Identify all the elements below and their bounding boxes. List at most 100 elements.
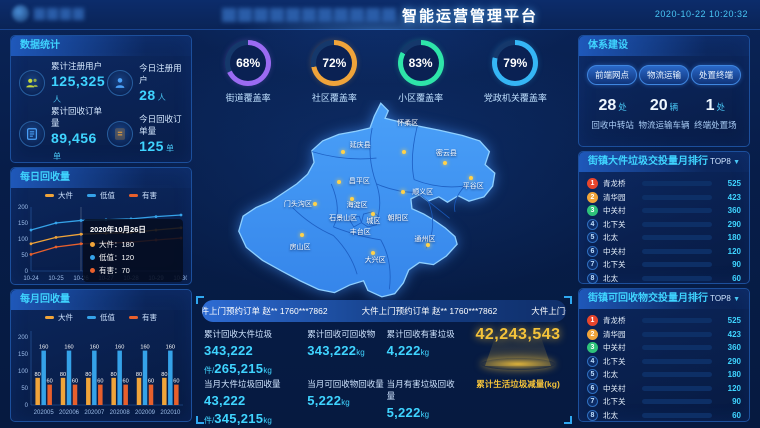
summary-label: 当月大件垃圾回收量	[204, 378, 307, 390]
rank-value: 180	[717, 233, 741, 242]
district-label[interactable]: 朝阳区	[388, 213, 409, 223]
corner-bracket	[564, 416, 572, 424]
corner-bracket	[196, 296, 204, 304]
svg-text:160: 160	[64, 345, 73, 351]
ranking-row[interactable]: 5 北太 180	[587, 231, 741, 245]
legend-item[interactable]: 低值	[87, 190, 115, 201]
rank-name: 北太	[603, 273, 637, 284]
svg-text:0: 0	[25, 269, 29, 275]
svg-text:80: 80	[85, 372, 91, 378]
legend-item[interactable]: 大件	[45, 312, 73, 323]
stat-value: 125单	[139, 138, 185, 154]
rank-badge: 6	[587, 383, 598, 394]
ranking-row[interactable]: 3 中关村 360	[587, 341, 741, 355]
gauge-percent: 83%	[403, 45, 439, 81]
order-marquee[interactable]: 大件上门预约订单 赵** 1760***7862大件上门预约订单 赵** 176…	[202, 300, 566, 322]
corner-bracket	[196, 416, 204, 424]
monthly-recovery-panel: 每月回收量 大件低值有害 050100150200202005801606020…	[10, 289, 192, 422]
svg-text:160: 160	[115, 345, 124, 351]
beijing-district-map[interactable]: 怀柔区延庆县密云县平谷区 昌平区顺义区门头沟区 海淀区石景山区城区朝阳区丰台区通州区…	[228, 100, 540, 300]
summary-grid: 累计回收大件垃圾 343,222件/265,215kg 累计回收可回收物 343…	[204, 328, 462, 420]
panel-title: 体系建设	[579, 36, 749, 56]
svg-text:60: 60	[148, 379, 154, 385]
ranking-list: 1 青龙桥 525 2 清华园 423 3 中关村 360 4 北下关 290 …	[579, 309, 749, 422]
rank-value: 525	[717, 179, 741, 188]
ranking-row[interactable]: 2 清华园 423	[587, 191, 741, 205]
ranking-row[interactable]: 4 北下关 290	[587, 355, 741, 369]
district-label[interactable]: 城区	[366, 216, 380, 226]
district-label[interactable]: 密云县	[436, 148, 457, 158]
ranking-row[interactable]: 6 中关村 120	[587, 382, 741, 396]
legend-item[interactable]: 大件	[45, 190, 73, 201]
rank-name: 中关村	[603, 342, 637, 353]
rank-name: 北下关	[603, 396, 637, 407]
legend-item[interactable]: 有害	[129, 312, 157, 323]
rank-value: 120	[717, 247, 741, 256]
district-label[interactable]: 石景山区	[329, 213, 357, 223]
summary-label: 当月有害垃圾回收量	[387, 378, 462, 402]
daily-line-chart: 05010015020010-2410-2510-2610-2710-2810-…	[11, 201, 191, 294]
system-tab-2[interactable]: 处置终端	[691, 65, 741, 85]
user-icon	[107, 70, 133, 96]
rank-badge: 8	[587, 410, 598, 421]
svg-text:202005: 202005	[34, 410, 55, 416]
ranking-row[interactable]: 7 北下关 90	[587, 258, 741, 272]
ranking-row[interactable]: 8 北太 60	[587, 272, 741, 286]
ranking-row[interactable]: 2 清华园 423	[587, 328, 741, 342]
rank-badge: 3	[587, 205, 598, 216]
district-label[interactable]: 昌平区	[349, 176, 370, 186]
rank-badge: 4	[587, 219, 598, 230]
svg-text:80: 80	[111, 372, 117, 378]
system-value: 28处	[587, 97, 638, 115]
svg-text:80: 80	[35, 372, 41, 378]
large-waste-ranking-panel: 街镇大件垃圾交投量月排行 TOP8 ▼ 1 青龙桥 525 2 清华园 423 …	[578, 151, 750, 284]
stat-item: 累计回收订单量 89,456单	[17, 105, 105, 162]
ranking-row[interactable]: 6 中关村 120	[587, 245, 741, 259]
rank-value: 120	[717, 384, 741, 393]
summary-cell: 累计回收有害垃圾 4,222kg	[387, 328, 462, 378]
legend-item[interactable]: 低值	[87, 312, 115, 323]
summary-section: 大件上门预约订单 赵** 1760***7862大件上门预约订单 赵** 176…	[196, 296, 572, 424]
map-marker-dot	[443, 161, 447, 165]
gauge-percent: 79%	[497, 45, 533, 81]
district-label[interactable]: 怀柔区	[397, 118, 418, 128]
gauge-percent: 68%	[230, 45, 266, 81]
svg-text:80: 80	[161, 372, 167, 378]
rank-badge: 3	[587, 342, 598, 353]
ranking-row[interactable]: 8 北太 60	[587, 409, 741, 423]
district-label[interactable]: 通州区	[414, 234, 435, 244]
district-label[interactable]: 平谷区	[463, 181, 484, 191]
ranking-row[interactable]: 7 北下关 90	[587, 395, 741, 409]
rank-badge: 8	[587, 273, 598, 284]
system-tab-0[interactable]: 前端网点	[587, 65, 637, 85]
svg-text:50: 50	[21, 386, 28, 392]
district-label[interactable]: 房山区	[290, 242, 311, 252]
svg-text:80: 80	[136, 372, 142, 378]
top8-dropdown[interactable]: TOP8 ▼	[710, 289, 740, 310]
ranking-row[interactable]: 1 青龙桥 525	[587, 177, 741, 191]
legend-item[interactable]: 有害	[129, 190, 157, 201]
panel-title: 每日回收量	[11, 168, 191, 188]
pedestal-graphic	[475, 346, 561, 376]
chart-tooltip: 2020年10月26日 大件：180低值：120有害：70	[83, 219, 183, 282]
rank-name: 中关村	[603, 383, 637, 394]
top8-dropdown[interactable]: TOP8 ▼	[710, 152, 740, 173]
district-label[interactable]: 门头沟区	[284, 199, 312, 209]
rank-value: 525	[717, 316, 741, 325]
svg-text:10-24: 10-24	[23, 276, 39, 282]
district-label[interactable]: 海淀区	[347, 200, 368, 210]
district-label[interactable]: 顺义区	[412, 187, 433, 197]
map-marker-dot	[401, 190, 405, 194]
summary-cell: 当月可回收物回收量 5,222kg	[307, 378, 386, 428]
district-label[interactable]: 丰台区	[350, 227, 371, 237]
ranking-row[interactable]: 5 北太 180	[587, 368, 741, 382]
ranking-row[interactable]: 3 中关村 360	[587, 204, 741, 218]
total-reduction-label: 累计生活垃圾减量(kg)	[468, 378, 568, 390]
system-tab-1[interactable]: 物流运输	[639, 65, 689, 85]
rank-value: 60	[717, 411, 741, 420]
ranking-row[interactable]: 4 北下关 290	[587, 218, 741, 232]
district-label[interactable]: 延庆县	[350, 140, 371, 150]
ranking-row[interactable]: 1 青龙桥 525	[587, 314, 741, 328]
district-label[interactable]: 大兴区	[365, 255, 386, 265]
chevron-down-icon: ▼	[733, 296, 740, 303]
